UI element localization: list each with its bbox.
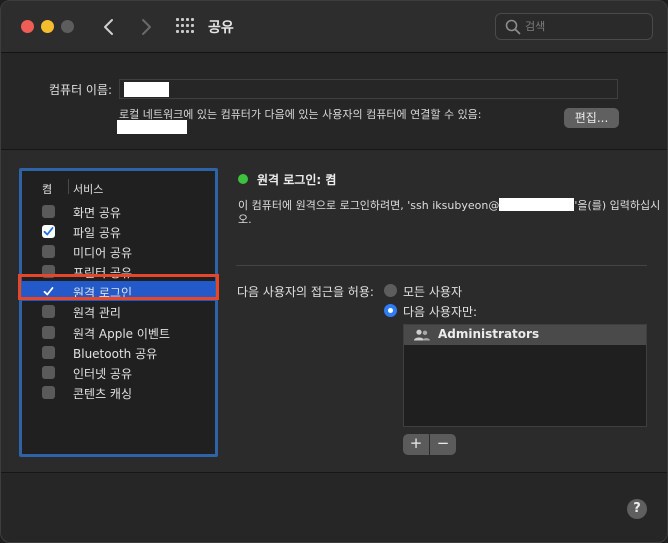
allowed-users-list[interactable]: Administrators	[403, 324, 647, 427]
service-row[interactable]: 원격 관리	[22, 301, 215, 321]
service-checkbox[interactable]	[42, 305, 55, 319]
minimize-button[interactable]	[41, 20, 54, 33]
service-checkbox[interactable]	[42, 385, 55, 399]
list-item[interactable]: Administrators	[404, 325, 646, 345]
checkmark-icon	[43, 227, 54, 236]
access-label: 다음 사용자의 접근을 허용:	[237, 285, 374, 299]
status-indicator	[238, 174, 248, 184]
column-header-on[interactable]: 켬	[42, 181, 52, 197]
group-icon	[414, 329, 430, 341]
radio-all-users[interactable]	[384, 284, 397, 297]
redacted-computer-name	[124, 82, 169, 97]
service-checkbox[interactable]	[42, 225, 55, 239]
radio-only-these-users[interactable]	[384, 304, 397, 317]
column-header-service[interactable]: 서비스	[73, 181, 103, 197]
redacted-host-address	[117, 120, 187, 134]
search-field[interactable]	[495, 13, 653, 40]
service-row[interactable]: 인터넷 공유	[22, 362, 215, 382]
user-label: Administrators	[438, 327, 540, 341]
redacted-ssh-host	[499, 198, 575, 211]
service-label: Bluetooth 공유	[73, 346, 158, 361]
service-checkbox[interactable]	[42, 365, 55, 379]
radio-all-users-label[interactable]: 모든 사용자	[403, 283, 462, 300]
services-list-header: 켬 서비스	[22, 171, 215, 199]
column-separator	[68, 179, 69, 194]
remove-user-button[interactable]: −	[430, 434, 456, 455]
close-button[interactable]	[21, 20, 34, 33]
back-button[interactable]	[97, 14, 121, 40]
service-row[interactable]: 화면 공유	[22, 201, 215, 221]
zoom-button[interactable]	[61, 20, 74, 33]
service-row[interactable]: 원격 로그인	[22, 281, 215, 302]
service-checkbox[interactable]	[42, 285, 55, 299]
service-row[interactable]: Bluetooth 공유	[22, 342, 215, 362]
window-title: 공유	[208, 20, 234, 36]
title-bar: 공유	[1, 1, 667, 53]
service-label: 파일 공유	[73, 226, 121, 241]
computer-name-label: 컴퓨터 이름:	[49, 83, 113, 97]
ssh-instructions: 이 컴퓨터에 원격으로 로그인하려면, 'ssh iksubyeon@ '을(를)…	[238, 197, 660, 213]
service-row[interactable]: 프린터 공유	[22, 261, 215, 281]
services-list: 켬 서비스 화면 공유파일 공유미디어 공유프린터 공유원격 로그인원격 관리원…	[19, 168, 218, 457]
service-label: 원격 로그인	[73, 286, 133, 301]
edit-button[interactable]: 편집...	[564, 108, 619, 128]
ssh-instructions-continued: 오.	[238, 213, 252, 226]
services-rows: 화면 공유파일 공유미디어 공유프린터 공유원격 로그인원격 관리원격 Appl…	[22, 201, 215, 402]
service-status: 원격 로그인: 켬	[257, 173, 337, 187]
search-input[interactable]	[525, 17, 645, 36]
service-checkbox[interactable]	[42, 325, 55, 339]
ssh-suffix: '을(를) 입력하십시	[574, 199, 661, 212]
chevron-right-icon	[142, 19, 151, 35]
service-checkbox[interactable]	[42, 205, 55, 218]
checkmark-icon	[43, 287, 54, 296]
ssh-prefix: 이 컴퓨터에 원격으로 로그인하려면, 'ssh iksubyeon@	[238, 199, 500, 212]
add-user-button[interactable]: +	[403, 434, 429, 455]
service-label: 미디어 공유	[73, 246, 133, 261]
service-label: 화면 공유	[73, 206, 121, 220]
computer-name-field[interactable]	[119, 79, 618, 99]
service-checkbox[interactable]	[42, 345, 55, 359]
sharing-window: 공유 컴퓨터 이름: 로컬 네트워크에 있는 컴퓨터가 다음에 있는 사용자의 …	[0, 0, 668, 543]
service-row[interactable]: 파일 공유	[22, 221, 215, 241]
detail-divider	[236, 265, 647, 266]
search-icon	[505, 19, 521, 35]
service-label: 원격 Apple 이벤트	[73, 326, 170, 341]
service-label: 프린터 공유	[73, 266, 133, 281]
help-icon: ?	[633, 501, 641, 516]
service-row[interactable]: 미디어 공유	[22, 241, 215, 261]
service-label: 콘텐츠 캐싱	[73, 386, 133, 401]
radio-only-these-users-label[interactable]: 다음 사용자만:	[403, 303, 477, 320]
service-row[interactable]: 원격 Apple 이벤트	[22, 322, 215, 342]
service-label: 인터넷 공유	[73, 366, 133, 381]
chevron-left-icon	[104, 19, 113, 35]
service-checkbox[interactable]	[42, 265, 55, 279]
forward-button[interactable]	[134, 14, 158, 40]
service-row[interactable]: 콘텐츠 캐싱	[22, 382, 215, 402]
help-button[interactable]: ?	[627, 499, 647, 519]
show-all-grid-button[interactable]	[176, 18, 196, 36]
service-checkbox[interactable]	[42, 245, 55, 259]
service-label: 원격 관리	[73, 306, 121, 321]
